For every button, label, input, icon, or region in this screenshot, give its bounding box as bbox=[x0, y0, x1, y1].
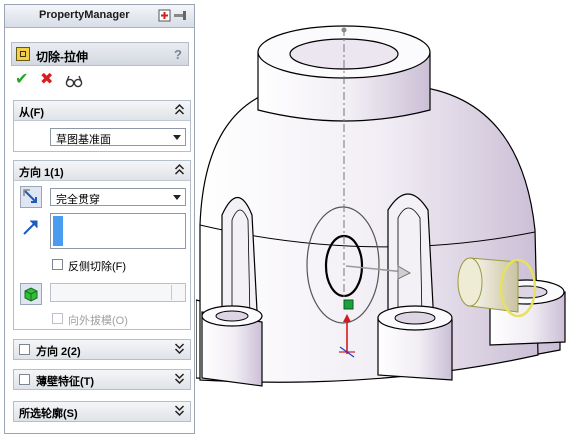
direction-selection-box[interactable] bbox=[50, 213, 186, 249]
selection-focus-strip bbox=[53, 216, 63, 246]
selected-contours-group-label: 所选轮廓(S) bbox=[19, 408, 78, 420]
axis-endpoint bbox=[341, 27, 347, 33]
draft-outward-label: 向外拔模(O) bbox=[68, 315, 128, 327]
direction2-group-header[interactable]: 方向 2(2) bbox=[14, 340, 190, 359]
model-part bbox=[196, 25, 566, 387]
direction2-group: 方向 2(2) bbox=[13, 339, 191, 360]
draft-angle-spinner bbox=[50, 283, 186, 302]
spinner-buttons bbox=[171, 285, 184, 300]
detailed-preview-icon[interactable] bbox=[65, 73, 83, 89]
from-select-value: 草图基准面 bbox=[56, 134, 111, 146]
collapse-chevron-icon[interactable] bbox=[174, 103, 185, 116]
direction1-group-label: 方向 1(1) bbox=[19, 167, 64, 179]
direction1-group-header[interactable]: 方向 1(1) bbox=[14, 161, 190, 181]
pin-panel-icon[interactable] bbox=[158, 9, 188, 22]
graphics-viewport[interactable] bbox=[196, 0, 570, 439]
rib-right bbox=[387, 193, 435, 326]
selected-contours-group-header[interactable]: 所选轮廓(S) bbox=[14, 402, 190, 421]
panel-title: PropertyManager bbox=[39, 9, 130, 21]
feature-header: 切除-拉伸 ? bbox=[11, 42, 189, 66]
dropdown-arrow-icon bbox=[173, 195, 181, 200]
thin-feature-group-header[interactable]: 薄壁特征(T) bbox=[14, 370, 190, 389]
selected-contours-group: 所选轮廓(S) bbox=[13, 401, 191, 422]
cancel-button[interactable]: ✖ bbox=[40, 72, 53, 88]
collapse-chevron-icon[interactable] bbox=[174, 163, 185, 176]
extruded-cut-icon bbox=[16, 47, 30, 61]
end-condition-select[interactable]: 完全贯穿 bbox=[50, 188, 186, 206]
from-group-label: 从(F) bbox=[19, 107, 45, 119]
reverse-direction-icon[interactable] bbox=[20, 186, 42, 208]
property-manager-titlebar: PropertyManager bbox=[5, 5, 194, 28]
from-group-header[interactable]: 从(F) bbox=[14, 101, 190, 121]
draft-outward-checkbox bbox=[52, 313, 63, 324]
expand-chevron-icon[interactable] bbox=[174, 342, 185, 355]
from-group: 从(F) 草图基准面 bbox=[13, 100, 191, 152]
end-condition-value: 完全贯穿 bbox=[56, 194, 100, 206]
from-select[interactable]: 草图基准面 bbox=[50, 128, 186, 146]
expand-chevron-icon[interactable] bbox=[174, 372, 185, 385]
help-button[interactable]: ? bbox=[174, 47, 182, 62]
property-manager-panel: PropertyManager 切除-拉伸 ? ✔ ✖ 从(F) 草图基准面 方… bbox=[4, 4, 195, 434]
flip-side-label: 反侧切除(F) bbox=[68, 261, 127, 273]
thin-feature-checkbox[interactable] bbox=[19, 374, 30, 385]
flip-side-checkbox[interactable] bbox=[52, 259, 63, 270]
ok-button[interactable]: ✔ bbox=[15, 72, 28, 88]
sketch-plane-marker bbox=[343, 299, 354, 310]
feature-name: 切除-拉伸 bbox=[36, 50, 88, 64]
direction-vector-icon bbox=[23, 220, 38, 235]
direction1-group: 方向 1(1) 完全贯穿 反侧切除(F) 向外拔模(O) bbox=[13, 160, 191, 330]
draft-toggle-icon[interactable] bbox=[20, 283, 42, 305]
direction2-group-label: 方向 2(2) bbox=[36, 346, 81, 358]
dropdown-arrow-icon bbox=[173, 135, 181, 140]
preview-cylinder-end bbox=[457, 257, 483, 307]
direction2-checkbox[interactable] bbox=[19, 344, 30, 355]
expand-chevron-icon[interactable] bbox=[174, 404, 185, 417]
thin-feature-group: 薄壁特征(T) bbox=[13, 369, 191, 390]
thin-feature-group-label: 薄壁特征(T) bbox=[36, 376, 95, 388]
